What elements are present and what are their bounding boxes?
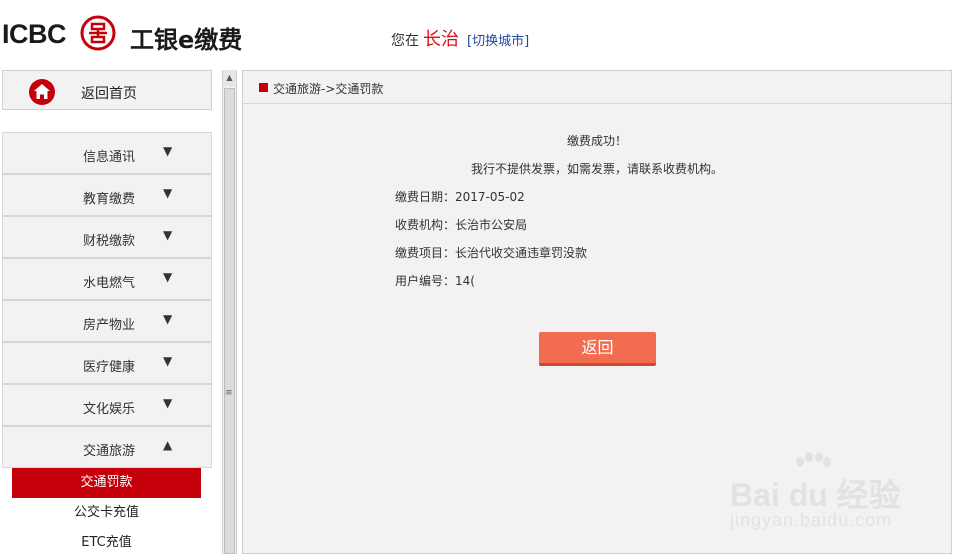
info-row-date: 缴费日期：2017-05-02 xyxy=(395,188,525,205)
menu-item-culture[interactable]: 文化娱乐 ▼ xyxy=(2,384,212,426)
info-value: 长治代收交通违章罚没款 xyxy=(455,246,588,260)
back-button[interactable]: 返回 xyxy=(539,332,656,366)
info-label: 收费机构： xyxy=(395,218,456,232)
menu-label: 教育缴费 xyxy=(83,192,136,207)
menu-item-utilities[interactable]: 水电燃气 ▼ xyxy=(2,258,212,300)
chevron-down-icon: ▼ xyxy=(163,144,173,158)
submenu-traffic-fine[interactable]: 交通罚款 xyxy=(12,468,201,498)
sidebar-scrollbar[interactable]: ▲ ≡ xyxy=(222,70,237,554)
scrollbar-thumb[interactable] xyxy=(224,88,235,554)
info-row-item: 缴费项目：长治代收交通违章罚没款 xyxy=(395,244,587,261)
info-row-user-id: 用户编号：14( xyxy=(395,272,475,289)
info-value: 14( xyxy=(455,274,475,288)
chevron-down-icon: ▼ xyxy=(163,312,173,326)
scrollbar-grip-icon: ≡ xyxy=(225,388,233,398)
chevron-down-icon: ▼ xyxy=(163,186,173,200)
scroll-up-icon[interactable]: ▲ xyxy=(223,70,236,86)
chevron-down-icon: ▼ xyxy=(163,228,173,242)
chevron-down-icon: ▼ xyxy=(163,270,173,284)
menu-label: 医疗健康 xyxy=(83,360,136,375)
brand-name: 工银e缴费 xyxy=(130,26,243,54)
chevron-up-icon: ▲ xyxy=(163,438,173,452)
chevron-down-icon: ▼ xyxy=(163,396,173,410)
menu-label: 水电燃气 xyxy=(83,276,136,291)
menu-label: 财税缴款 xyxy=(83,234,136,249)
menu-label: 信息通讯 xyxy=(83,150,136,165)
breadcrumb-text: 交通旅游->交通罚款 xyxy=(273,82,384,96)
invoice-notice: 我行不提供发票，如需发票，请联系收费机构。 xyxy=(470,162,723,176)
menu-item-education[interactable]: 教育缴费 ▼ xyxy=(2,174,212,216)
info-value: 长治市公安局 xyxy=(455,218,528,232)
home-label: 返回首页 xyxy=(81,86,137,102)
info-value: 2017-05-02 xyxy=(455,190,525,204)
baidu-watermark: Bai du 经验 jingyan.baidu.com xyxy=(730,452,940,542)
menu-label: 交通旅游 xyxy=(83,444,136,459)
submenu-bus-card-topup[interactable]: 公交卡充值 xyxy=(12,498,201,528)
info-label: 缴费日期： xyxy=(395,190,456,204)
city-prefix: 您在 xyxy=(391,33,419,49)
info-label: 用户编号： xyxy=(395,274,456,288)
payment-success-message: 缴费成功！ xyxy=(566,134,627,148)
menu-item-medical[interactable]: 医疗健康 ▼ xyxy=(2,342,212,384)
menu-label: 文化娱乐 xyxy=(83,402,136,417)
chevron-down-icon: ▼ xyxy=(163,354,173,368)
header: ICBC 工银e缴费 您在 长治 [切换城市] xyxy=(0,0,953,66)
icbc-logo-text: ICBC xyxy=(2,19,67,49)
home-button[interactable]: 返回首页 xyxy=(2,70,212,110)
current-city: 长治 xyxy=(423,29,459,50)
icbc-seal-icon xyxy=(80,15,116,51)
info-label: 缴费项目： xyxy=(395,246,456,260)
menu-item-transport[interactable]: 交通旅游 ▲ xyxy=(2,426,212,468)
menu-item-tax[interactable]: 财税缴款 ▼ xyxy=(2,216,212,258)
menu-item-property[interactable]: 房产物业 ▼ xyxy=(2,300,212,342)
switch-city-link[interactable]: [切换城市] xyxy=(467,30,529,49)
menu-item-telecom[interactable]: 信息通讯 ▼ xyxy=(2,132,212,174)
menu-label: 房产物业 xyxy=(83,318,136,333)
breadcrumb-marker-icon xyxy=(259,83,268,92)
watermark-url: jingyan.baidu.com xyxy=(730,510,893,530)
home-icon xyxy=(29,79,55,105)
info-row-org: 收费机构：长治市公安局 xyxy=(395,216,527,233)
breadcrumb: 交通旅游->交通罚款 xyxy=(243,71,951,104)
